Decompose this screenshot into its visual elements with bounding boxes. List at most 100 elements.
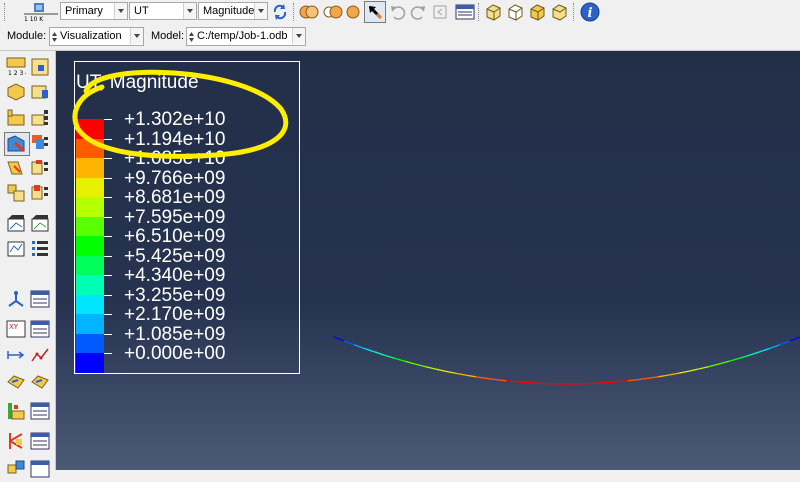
beam-segment (334, 337, 344, 341)
refresh-icon[interactable] (271, 3, 289, 21)
legend-swatch (76, 334, 104, 354)
beam-segment (375, 352, 385, 355)
path-icon[interactable] (6, 345, 26, 365)
xy-plot-icon[interactable]: XY (6, 319, 26, 339)
legend-value: +7.595e+09 (124, 208, 225, 227)
animation-icon[interactable] (6, 213, 26, 233)
chevron-down-icon[interactable] (183, 3, 196, 19)
select-arrow-icon[interactable] (364, 1, 386, 23)
svg-text:i: i (588, 6, 593, 21)
material-orientation-icon[interactable] (6, 158, 26, 178)
step-frame-icon[interactable]: 1 10 K (10, 2, 60, 22)
table-options-icon[interactable] (455, 3, 475, 21)
plot-curve-icon[interactable] (30, 345, 50, 365)
contour-plot-icon[interactable] (6, 107, 26, 127)
beam-segment (516, 382, 526, 383)
legend-value: +5.425e+09 (124, 247, 225, 266)
beam-segment (486, 378, 496, 379)
context-bar: Module: Visualization Model: C:/temp/Job… (0, 24, 800, 51)
time-history-icon[interactable] (6, 238, 26, 258)
undo-icon[interactable] (389, 3, 407, 21)
spin-arrows-icon[interactable] (188, 30, 195, 44)
results-toolbar: 1 10 K Primary UT Magnitude i (0, 0, 800, 25)
component-value: Magnitude (203, 5, 254, 17)
display-group-manager-icon[interactable] (30, 372, 50, 392)
free-body-manager-icon[interactable] (30, 431, 50, 451)
legend-swatch (76, 197, 104, 217)
legend-value: +1.302e+10 (124, 110, 225, 129)
toolbar-grip[interactable] (478, 3, 481, 21)
chevron-down-icon[interactable] (130, 28, 143, 44)
toolbar-grip[interactable] (573, 3, 576, 21)
beam-segment (526, 383, 536, 384)
view-cut-icon[interactable] (6, 401, 26, 421)
spin-arrows-icon[interactable] (51, 30, 58, 44)
module-select[interactable]: Visualization (49, 27, 144, 46)
beam-segment (648, 377, 658, 379)
legend-value: +1.085e+09 (124, 325, 225, 344)
chevron-down-icon[interactable] (254, 3, 267, 19)
beam-segment (719, 361, 729, 364)
field-output-icon[interactable]: 1 2 3 4 (6, 57, 26, 77)
node-label-icon[interactable] (30, 57, 50, 77)
field-output-select[interactable]: UT (129, 2, 197, 20)
legend-tick (104, 236, 112, 237)
info-icon[interactable]: i (580, 2, 600, 22)
shaded-view-icon[interactable] (528, 3, 546, 21)
xy-data-manager-icon[interactable] (30, 289, 50, 309)
animation-options-icon[interactable] (30, 213, 50, 233)
legend-swatch (76, 275, 104, 295)
xy-options-icon[interactable] (30, 319, 50, 339)
query-options-icon[interactable] (30, 459, 50, 479)
legend-value: +4.340e+09 (124, 266, 225, 285)
beam-segment (628, 380, 638, 381)
contour-options-icon[interactable] (30, 107, 50, 127)
plot-options-icon[interactable] (30, 183, 50, 203)
deformed-shape-icon[interactable] (6, 82, 26, 102)
legend-value: +0.000e+00 (124, 344, 225, 363)
svg-text:1 2 3 4: 1 2 3 4 (8, 70, 26, 77)
legend-value: +3.255e+09 (124, 286, 225, 305)
query-icon[interactable] (6, 459, 26, 479)
previous-view-icon[interactable] (431, 3, 449, 21)
iso-view-icon[interactable] (484, 3, 502, 21)
legend-swatch (76, 353, 104, 373)
beam-segment (466, 375, 476, 377)
module-value: Visualization (60, 30, 122, 42)
legend-tick (104, 217, 112, 218)
view-sweep-icon[interactable] (322, 3, 344, 21)
variable-position-select[interactable]: Primary (60, 2, 128, 20)
front-view-icon[interactable] (506, 3, 524, 21)
xy-data-icon[interactable] (6, 289, 26, 309)
hidden-line-view-icon[interactable] (550, 3, 568, 21)
view-cut-manager-icon[interactable] (30, 401, 50, 421)
legend-value: +1.194e+10 (124, 130, 225, 149)
beam-segment (689, 369, 699, 371)
display-group-icon[interactable] (6, 372, 26, 392)
beam-segment (405, 361, 415, 364)
view-overlay-icon[interactable] (298, 3, 320, 21)
undeformed-shape-icon[interactable] (30, 82, 50, 102)
sphere-icon[interactable] (346, 3, 360, 21)
legend-swatch (76, 178, 104, 198)
plot-multiple-icon[interactable] (6, 183, 26, 203)
chevron-down-icon[interactable] (114, 3, 127, 19)
orientation-options-icon[interactable] (30, 158, 50, 178)
free-body-icon[interactable] (6, 431, 26, 451)
symbol-options-icon[interactable] (30, 133, 50, 153)
legend-tick (104, 295, 112, 296)
symbol-plot-icon[interactable] (4, 132, 30, 156)
component-select[interactable]: Magnitude (198, 2, 268, 20)
viewport-canvas[interactable]: UT, Magnitude +1.302e+10+1.194e+10+1.085… (56, 51, 800, 470)
model-label: Model: (151, 30, 184, 42)
beam-segment (618, 381, 628, 382)
chevron-down-icon[interactable] (292, 28, 305, 44)
legend-swatch (76, 139, 104, 159)
model-select[interactable]: C:/temp/Job-1.odb (186, 27, 306, 46)
toolbar-grip[interactable] (293, 3, 296, 21)
history-options-icon[interactable] (30, 238, 50, 258)
redo-icon[interactable] (409, 3, 427, 21)
toolbar-grip[interactable] (4, 3, 7, 21)
legend-tick (104, 158, 112, 159)
beam-segment (476, 377, 486, 379)
